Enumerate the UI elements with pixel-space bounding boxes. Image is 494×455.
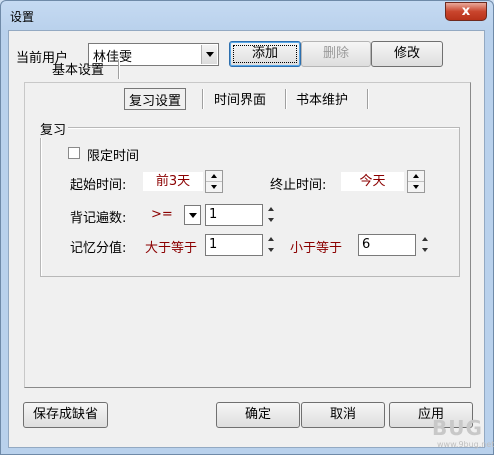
- score-min-spinner[interactable]: [264, 234, 278, 256]
- operator-dropdown-button[interactable]: [184, 205, 201, 225]
- window-title: 设置: [10, 10, 35, 24]
- greater-equal-label: 大于等于: [145, 241, 198, 256]
- edit-user-button[interactable]: 修改: [371, 41, 443, 67]
- tab-separator: [118, 59, 119, 79]
- score-max-input[interactable]: 6: [358, 234, 416, 256]
- tab-book-maintenance[interactable]: 书本维护: [292, 88, 352, 110]
- end-time-value[interactable]: 今天: [341, 172, 404, 191]
- tab-basic-settings[interactable]: 基本设置: [48, 58, 108, 80]
- score-min-input[interactable]: 1: [205, 234, 263, 256]
- spin-down-icon[interactable]: [418, 245, 432, 256]
- spin-down-icon[interactable]: [206, 182, 222, 193]
- limit-time-label: 限定时间: [87, 149, 140, 164]
- limit-time-checkbox[interactable]: [68, 147, 80, 159]
- save-default-button[interactable]: 保存成缺省: [23, 402, 108, 428]
- tab-separator: [285, 89, 286, 109]
- spin-up-icon[interactable]: [206, 171, 222, 182]
- start-time-spinner[interactable]: [205, 170, 223, 193]
- start-time-value[interactable]: 前3天: [143, 172, 203, 191]
- tab-separator: [202, 89, 203, 109]
- spin-down-icon[interactable]: [264, 245, 278, 256]
- end-time-label: 终止时间:: [270, 178, 327, 193]
- score-max-spinner[interactable]: [418, 234, 432, 256]
- spin-up-icon[interactable]: [408, 171, 424, 182]
- watermark-url: www.9bug.net: [437, 440, 494, 449]
- start-time-label: 起始时间:: [70, 178, 127, 193]
- spin-up-icon[interactable]: [264, 204, 278, 215]
- cancel-button[interactable]: 取消: [301, 402, 385, 428]
- review-group-title: 复习: [38, 119, 69, 138]
- delete-user-button[interactable]: 删除: [301, 41, 371, 67]
- memory-score-label: 记忆分值:: [70, 241, 127, 256]
- review-count-operator: >=: [151, 207, 173, 222]
- spin-up-icon[interactable]: [418, 234, 432, 245]
- close-icon: x: [461, 4, 471, 19]
- ok-button[interactable]: 确定: [216, 402, 300, 428]
- spin-up-icon[interactable]: [264, 234, 278, 245]
- add-user-button[interactable]: 添加: [229, 41, 301, 67]
- spin-down-icon[interactable]: [408, 182, 424, 193]
- close-button[interactable]: x: [445, 2, 487, 21]
- review-count-input[interactable]: 1: [205, 204, 263, 226]
- title-bar[interactable]: 设置 x: [1, 1, 493, 31]
- end-time-spinner[interactable]: [407, 170, 425, 193]
- tab-time-interface[interactable]: 时间界面: [210, 88, 270, 110]
- less-equal-label: 小于等于: [290, 241, 343, 256]
- review-count-label: 背记遍数:: [70, 211, 127, 226]
- tab-separator: [367, 89, 368, 109]
- watermark-brand: BUG: [432, 416, 483, 440]
- review-count-spinner[interactable]: [264, 204, 278, 226]
- tab-review-settings[interactable]: 复习设置: [124, 88, 187, 110]
- spin-down-icon[interactable]: [264, 215, 278, 226]
- chevron-down-icon[interactable]: [201, 45, 217, 64]
